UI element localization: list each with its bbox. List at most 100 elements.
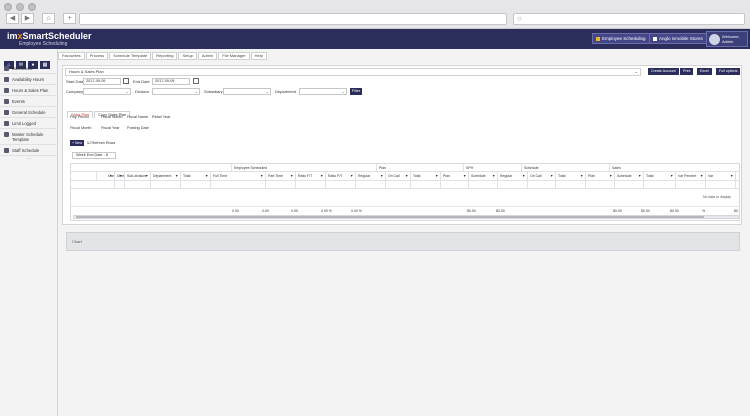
- full-options-button[interactable]: Full options: [716, 68, 741, 75]
- grid-filter-cell[interactable]: [356, 181, 386, 188]
- subsidiary-select[interactable]: ⌄: [223, 88, 271, 95]
- chevron-down-icon: ⌄: [265, 89, 269, 94]
- store-button[interactable]: Anglo Ixmobile Stores: [649, 33, 707, 44]
- menu-reporting[interactable]: Reporting: [152, 52, 178, 60]
- sidebar-item-sales-plan[interactable]: Hours & Sales Plan: [0, 85, 58, 96]
- sidebar-item-availability[interactable]: Availability Hours: [0, 74, 58, 85]
- filter-icon[interactable]: ▼: [175, 172, 178, 180]
- filter-icon[interactable]: ▼: [145, 172, 148, 180]
- filter-icon[interactable]: ▼: [550, 172, 553, 180]
- menu-favourites[interactable]: Favourites: [58, 52, 85, 60]
- menu-help[interactable]: Help: [250, 52, 267, 60]
- sidebar-item-events[interactable]: Events: [0, 96, 58, 107]
- sidebar-item-limit-logged[interactable]: Limit Logged: [0, 118, 58, 129]
- address-bar[interactable]: [79, 13, 507, 25]
- grid-filter-cell[interactable]: [644, 181, 676, 188]
- division-select[interactable]: ⌄: [152, 88, 200, 95]
- grid-filter-cell[interactable]: [469, 181, 498, 188]
- filter-icon[interactable]: ▼: [670, 172, 673, 180]
- filter-icon[interactable]: ▼: [405, 172, 408, 180]
- grid-column-header[interactable]: Full Time: [211, 172, 266, 180]
- scrollbar-thumb[interactable]: [76, 216, 704, 218]
- menu-schedule-template[interactable]: Schedule Template: [109, 52, 152, 60]
- filter-icon[interactable]: ▼: [492, 172, 495, 180]
- filter-icon[interactable]: ▼: [380, 172, 383, 180]
- excel-button[interactable]: Excel: [697, 68, 712, 75]
- grid-filter-cell[interactable]: [181, 181, 211, 188]
- filter-button[interactable]: Filter: [350, 88, 362, 95]
- sidebar-item-general-schedule[interactable]: General Schedule: [0, 107, 58, 118]
- menu-file-manager[interactable]: File Manager: [218, 52, 250, 60]
- grid-filter-cell[interactable]: [326, 181, 356, 188]
- calendar-icon[interactable]: [123, 78, 129, 84]
- module-button[interactable]: Employee Scheduling: [592, 33, 650, 44]
- sidebar-item-master-template[interactable]: Master Schedule Template: [0, 129, 58, 145]
- menu-admin[interactable]: Admin: [197, 52, 218, 60]
- filter-icon[interactable]: ▼: [463, 172, 466, 180]
- grid-filter-cell[interactable]: [586, 181, 615, 188]
- filter-icon[interactable]: ▼: [109, 172, 112, 180]
- grid-filter-cell[interactable]: [125, 181, 151, 188]
- window-minimize-dot[interactable]: [16, 3, 24, 11]
- grid-filter-cell[interactable]: [706, 181, 736, 188]
- grid-filter-cell[interactable]: [441, 181, 469, 188]
- user-role: Admin: [722, 39, 734, 44]
- fiscal-year2-label: Fiscal Year: [101, 126, 120, 130]
- new-tab-icon[interactable]: +: [63, 13, 76, 24]
- start-date-field[interactable]: 2017-09-09: [83, 78, 121, 85]
- user-menu[interactable]: Welcome, Admin: [706, 31, 748, 47]
- page-title-select[interactable]: Hours & Sales Plan ⌄: [65, 68, 641, 76]
- filter-icon[interactable]: ▼: [119, 172, 122, 180]
- filter-icon[interactable]: ▼: [609, 172, 612, 180]
- menu-process[interactable]: Process: [85, 52, 109, 60]
- filter-icon[interactable]: ▼: [580, 172, 583, 180]
- company-select[interactable]: ⌄: [83, 88, 131, 95]
- filter-icon[interactable]: ▼: [638, 172, 641, 180]
- filter-icon[interactable]: ▼: [290, 172, 293, 180]
- end-date-field[interactable]: 2017-09-09: [152, 78, 190, 85]
- window-zoom-dot[interactable]: [28, 3, 36, 11]
- horizontal-scrollbar[interactable]: [73, 215, 739, 219]
- grid-total-value: 0.00: [232, 209, 239, 213]
- week-end-select[interactable]: Week End Date - 8: [72, 152, 116, 159]
- grid-filter-cell[interactable]: [106, 181, 115, 188]
- filter-icon[interactable]: ▼: [350, 172, 353, 180]
- grid-total-value: 0.00 %: [351, 209, 362, 213]
- grid-filter-cell[interactable]: [151, 181, 181, 188]
- calendar-icon[interactable]: [193, 78, 199, 84]
- filter-icon[interactable]: ▼: [730, 172, 733, 180]
- grid-filter-cell[interactable]: [498, 181, 528, 188]
- grid-filter-cell[interactable]: [528, 181, 556, 188]
- search-icon: ○: [517, 14, 522, 23]
- filter-icon[interactable]: ▼: [260, 172, 263, 180]
- sidebar-item-staff-schedule[interactable]: Staff Schedule: [0, 145, 58, 156]
- window-close-dot[interactable]: [4, 3, 12, 11]
- grid-filter-cell[interactable]: [556, 181, 586, 188]
- grid-filter-cell[interactable]: [115, 181, 125, 188]
- new-button[interactable]: + New: [70, 140, 85, 146]
- grid-filter-cell[interactable]: [411, 181, 441, 188]
- refresh-rows-checkbox[interactable]: ☑ Refresh Rows: [87, 140, 115, 146]
- grid-filter-cell[interactable]: [296, 181, 326, 188]
- home-icon[interactable]: ⌂: [42, 13, 55, 24]
- grid-filter-cell[interactable]: [386, 181, 411, 188]
- filter-icon[interactable]: ▼: [205, 172, 208, 180]
- back-icon[interactable]: ◀: [6, 13, 19, 24]
- filter-icon[interactable]: ▼: [435, 172, 438, 180]
- grid-filter-cell[interactable]: [676, 181, 706, 188]
- filter-icon[interactable]: ▼: [320, 172, 323, 180]
- department-select[interactable]: ⌄: [299, 88, 347, 95]
- print-button[interactable]: Print: [680, 68, 694, 75]
- filter-icon[interactable]: ▼: [522, 172, 525, 180]
- filter-icon[interactable]: ▼: [700, 172, 703, 180]
- chart-section[interactable]: Chart: [66, 232, 740, 251]
- forward-icon[interactable]: ▶: [21, 13, 34, 24]
- lock-icon: [4, 121, 9, 126]
- grid-filter-cell[interactable]: [266, 181, 296, 188]
- sidebar-item-dashboard[interactable]: Dashboard: [0, 63, 58, 74]
- grid-filter-cell[interactable]: [211, 181, 266, 188]
- grid-filter-cell[interactable]: [615, 181, 644, 188]
- menu-setup[interactable]: Setup: [178, 52, 197, 60]
- create-account-button[interactable]: Create Account: [648, 68, 679, 75]
- browser-search-input[interactable]: ○: [513, 13, 745, 25]
